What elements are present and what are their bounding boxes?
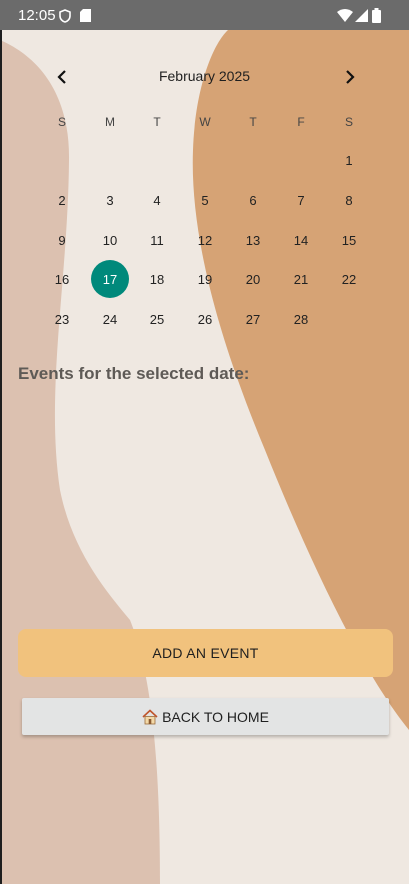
weekday-label: S xyxy=(344,115,353,129)
status-bar: 12:05 xyxy=(0,0,409,30)
calendar-day[interactable]: 24 xyxy=(91,300,129,338)
calendar-day[interactable]: 21 xyxy=(282,260,320,298)
calendar-day-selected[interactable]: 17 xyxy=(91,260,129,298)
back-home-button[interactable]: BACK TO HOME xyxy=(22,698,389,735)
calendar-day[interactable]: 13 xyxy=(234,221,272,259)
wifi-icon xyxy=(337,9,353,22)
calendar-day[interactable]: 11 xyxy=(138,221,176,259)
calendar-day[interactable]: 4 xyxy=(138,181,176,219)
calendar-day[interactable]: 25 xyxy=(138,300,176,338)
shield-icon xyxy=(59,9,71,23)
weekday-label: F xyxy=(297,115,305,129)
left-blob-shape xyxy=(0,40,160,884)
calendar-day[interactable]: 8 xyxy=(330,181,368,219)
calendar-day[interactable]: 15 xyxy=(330,221,368,259)
weekday-label: W xyxy=(199,115,211,129)
weekday-label: T xyxy=(153,115,161,129)
calendar-day[interactable]: 28 xyxy=(282,300,320,338)
weekday-label: M xyxy=(105,115,115,129)
signal-icon xyxy=(355,9,368,22)
app-screen: 12:05 February 2025 S M T W T F S 123456… xyxy=(0,0,409,884)
events-heading: Events for the selected date: xyxy=(18,364,250,383)
calendar-day[interactable]: 6 xyxy=(234,181,272,219)
calendar-day[interactable]: 26 xyxy=(186,300,224,338)
battery-icon xyxy=(372,8,381,23)
back-home-label: BACK TO HOME xyxy=(162,708,269,725)
status-time: 12:05 xyxy=(18,7,56,24)
calendar-day[interactable]: 9 xyxy=(43,221,81,259)
calendar-day[interactable]: 27 xyxy=(234,300,272,338)
screen-edge xyxy=(0,30,2,884)
calendar-day[interactable]: 10 xyxy=(91,221,129,259)
calendar-day[interactable]: 14 xyxy=(282,221,320,259)
calendar-day[interactable]: 20 xyxy=(234,260,272,298)
weekday-label: S xyxy=(57,115,66,129)
next-month-button[interactable] xyxy=(336,63,364,91)
calendar-day[interactable]: 5 xyxy=(186,181,224,219)
calendar-day[interactable]: 1 xyxy=(330,141,368,179)
calendar-day[interactable]: 7 xyxy=(282,181,320,219)
chevron-right-icon xyxy=(346,70,355,84)
calendar-day[interactable]: 23 xyxy=(43,300,81,338)
calendar-day[interactable]: 18 xyxy=(138,260,176,298)
calendar-day[interactable]: 16 xyxy=(43,260,81,298)
weekday-label: T xyxy=(249,115,257,129)
calendar-day[interactable]: 2 xyxy=(43,181,81,219)
calendar-day[interactable]: 19 xyxy=(186,260,224,298)
add-event-button[interactable]: ADD AN EVENT xyxy=(18,629,393,677)
house-icon xyxy=(142,708,158,724)
calendar-day[interactable]: 22 xyxy=(330,260,368,298)
calendar-day[interactable]: 12 xyxy=(186,221,224,259)
sd-card-icon xyxy=(80,9,91,22)
calendar-day[interactable]: 3 xyxy=(91,181,129,219)
